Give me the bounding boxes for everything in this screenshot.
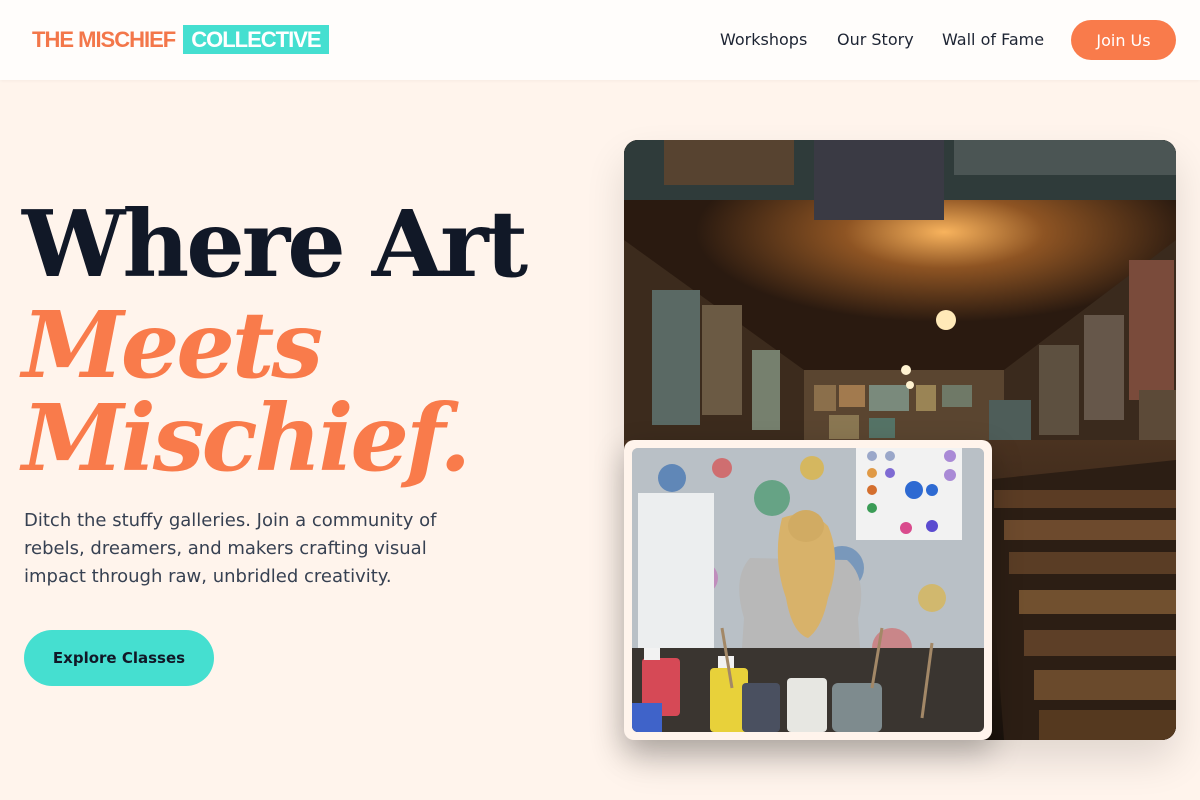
nav-link-workshops[interactable]: Workshops: [720, 30, 807, 49]
nav-link-our-story[interactable]: Our Story: [837, 30, 914, 49]
navbar: THE MISCHIEF COLLECTIVE Workshops Our St…: [0, 0, 1200, 80]
nav-link-wall-of-fame[interactable]: Wall of Fame: [942, 30, 1044, 49]
headline-mischief: Mischief.: [22, 384, 471, 492]
explore-classes-button[interactable]: Explore Classes: [24, 630, 214, 686]
logo[interactable]: THE MISCHIEF COLLECTIVE: [32, 25, 329, 54]
join-us-button[interactable]: Join Us: [1071, 20, 1176, 60]
logo-text-collective: COLLECTIVE: [183, 25, 329, 54]
logo-text-mischief: THE MISCHIEF: [32, 26, 176, 52]
hero-tagline: Ditch the stuffy galleries. Join a commu…: [24, 510, 437, 587]
studio-photo: [624, 440, 992, 740]
headline-meets: Meets: [22, 291, 323, 399]
headline-where-art: Where Art: [22, 190, 528, 298]
